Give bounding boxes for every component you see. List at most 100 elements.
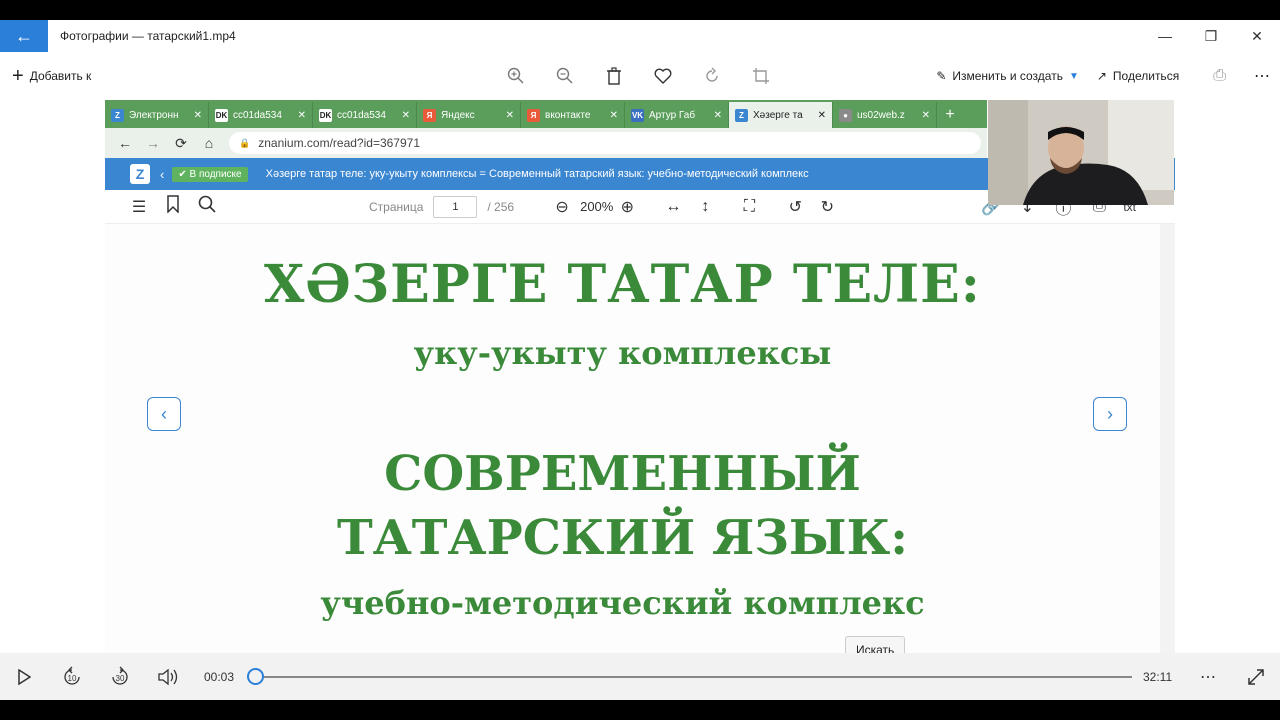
webcam-overlay xyxy=(988,100,1174,205)
tab-close-icon[interactable]: ✕ xyxy=(298,110,306,121)
tab-close-icon[interactable]: ✕ xyxy=(610,110,618,121)
zoom-out-icon[interactable] xyxy=(552,64,577,89)
bookmark-icon[interactable] xyxy=(161,195,185,218)
current-time: 00:03 xyxy=(204,670,235,684)
minimize-button[interactable]: — xyxy=(1142,20,1188,52)
tab-label: Артур Габ xyxy=(649,109,696,121)
tab-favicon-icon: Z xyxy=(735,108,748,122)
browser-tab[interactable]: Z Электронн ✕ xyxy=(105,102,209,128)
favorite-heart-icon[interactable] xyxy=(650,64,675,89)
znanium-logo[interactable]: Z xyxy=(130,164,150,184)
fullscreen-button[interactable] xyxy=(1242,663,1270,691)
next-page-button[interactable]: › xyxy=(1093,397,1127,431)
home-icon[interactable]: ⌂ xyxy=(201,135,217,151)
arrow-left-icon: ← xyxy=(15,25,33,46)
tab-label: вконтакте xyxy=(545,109,591,121)
tab-close-icon[interactable]: ✕ xyxy=(714,110,722,121)
page-total: / 256 xyxy=(487,199,515,214)
tab-close-icon[interactable]: ✕ xyxy=(922,110,930,121)
zoom-in-icon[interactable] xyxy=(503,64,528,89)
more-dots-icon: ⋯ xyxy=(1200,669,1216,686)
tab-favicon-icon: DK xyxy=(319,108,332,122)
window-title: Фотографии — татарский1.mp4 xyxy=(60,29,236,43)
browser-tab[interactable]: VK Артур Габ ✕ xyxy=(625,102,729,128)
menu-icon[interactable]: ☰ xyxy=(127,197,151,217)
browser-tab[interactable]: Z Хәзерге та ✕ xyxy=(729,102,833,128)
page-label: Страница xyxy=(369,199,424,214)
browser-back-icon[interactable]: ← xyxy=(117,135,133,151)
media-controls: 10 30 00:03 32:11 ⋯ xyxy=(0,653,1280,700)
browser-tab[interactable]: Явконтакте ✕ xyxy=(521,102,625,128)
tab-close-icon[interactable]: ✕ xyxy=(506,110,514,121)
browser-tab[interactable]: ● us02web.z ✕ xyxy=(833,102,937,128)
close-icon: ✕ xyxy=(1251,27,1263,44)
page-number-input[interactable]: 1 xyxy=(433,195,478,218)
volume-button[interactable] xyxy=(154,663,182,691)
chevron-left-icon: ‹ xyxy=(161,403,167,424)
url-field[interactable]: 🔒 znanium.com/read?id=367971 xyxy=(229,132,981,154)
browser-tab[interactable]: Я Яндекс ✕ xyxy=(417,102,521,128)
address-bar-row: ← → ⟳ ⌂ 🔒 znanium.com/read?id=367971 xyxy=(105,128,987,158)
reload-icon[interactable]: ⟳ xyxy=(173,135,189,152)
seek-bar-thumb[interactable] xyxy=(246,668,264,685)
more-options-button[interactable]: ⋯ xyxy=(1254,66,1270,86)
app-toolbar: + Добавить к ✎ Изменить и создать ▼ ↗ По… xyxy=(0,52,1280,100)
fit-width-icon[interactable]: ↔ xyxy=(661,198,685,216)
tab-favicon-icon: ● xyxy=(839,108,852,122)
tab-close-icon[interactable]: ✕ xyxy=(818,110,826,121)
page-scrollbar[interactable] xyxy=(1160,224,1175,653)
print-button[interactable]: ⎙ xyxy=(1213,67,1226,85)
lock-icon: 🔒 xyxy=(239,137,251,148)
share-button[interactable]: ↗ Поделиться xyxy=(1097,69,1179,83)
tab-label: Хәзерге та xyxy=(753,109,803,121)
title-line-russian-1: СОВРЕМЕННЫЙ xyxy=(384,446,861,502)
rotate-right-icon[interactable]: ↻ xyxy=(815,197,839,217)
back-button[interactable]: ← xyxy=(0,20,48,52)
tab-label: us02web.z xyxy=(857,109,905,121)
close-button[interactable]: ✕ xyxy=(1234,20,1280,52)
tab-favicon-icon: Z xyxy=(111,108,124,122)
chevron-left-icon[interactable]: ‹ xyxy=(160,167,164,182)
tab-favicon-icon: VK xyxy=(631,108,644,122)
tab-label: cc01da534 xyxy=(233,109,282,121)
book-title: Хәзерге татар теле: уку-укыту комплексы … xyxy=(265,168,809,180)
edit-create-button[interactable]: ✎ Изменить и создать ▼ xyxy=(936,69,1079,83)
zoom-level: 200% xyxy=(580,199,614,214)
restore-button[interactable]: ❐ xyxy=(1188,20,1234,52)
crop-icon[interactable] xyxy=(748,64,773,89)
seek-bar-track[interactable] xyxy=(254,676,1132,678)
prev-page-button[interactable]: ‹ xyxy=(147,397,181,431)
edit-create-label: Изменить и создать xyxy=(952,69,1063,83)
zoom-in-icon[interactable]: ⊕ xyxy=(615,197,639,217)
new-tab-button[interactable]: + xyxy=(937,102,963,128)
fullscreen-icon[interactable]: ⛶ xyxy=(737,198,761,216)
add-to-button[interactable]: + Добавить к xyxy=(12,66,91,86)
minimize-icon: — xyxy=(1158,28,1172,44)
browser-tab[interactable]: DK cc01da534 ✕ xyxy=(313,102,417,128)
play-button[interactable] xyxy=(10,663,38,691)
zoom-out-icon[interactable]: ⊖ xyxy=(550,197,574,217)
subtitle-line-tatar: уку-укыту комплексы xyxy=(413,334,832,372)
video-frame[interactable]: Z Электронн ✕ DK cc01da534 ✕ DK cc01da534 ✕ Я Янде… xyxy=(0,100,1280,653)
rotate-left-icon[interactable]: ↺ xyxy=(783,197,807,217)
tab-label: Электронн xyxy=(129,109,179,121)
edit-pen-icon: ✎ xyxy=(936,69,947,83)
more-options-button[interactable]: ⋯ xyxy=(1194,663,1222,691)
chevron-down-icon: ▼ xyxy=(1068,70,1079,82)
fit-height-icon[interactable]: ↕ xyxy=(693,198,717,216)
title-line-tatar: ХӘЗЕРГЕ ТАТАР ТЕЛЕ: xyxy=(264,254,981,315)
skip-forward-icon: 30 xyxy=(112,666,128,685)
skip-back-button[interactable]: 10 xyxy=(58,663,86,691)
volume-icon xyxy=(158,668,178,686)
tab-close-icon[interactable]: ✕ xyxy=(194,110,202,121)
browser-tab[interactable]: DK cc01da534 ✕ xyxy=(209,102,313,128)
tab-close-icon[interactable]: ✕ xyxy=(402,110,410,121)
skip-forward-button[interactable]: 30 xyxy=(106,663,134,691)
delete-icon[interactable] xyxy=(601,64,626,89)
browser-forward-icon[interactable]: → xyxy=(145,135,161,151)
title-line-russian-2: ТАТАРСКИЙ ЯЗЫК: xyxy=(336,510,908,566)
share-icon: ↗ xyxy=(1096,69,1107,83)
search-icon[interactable] xyxy=(195,195,219,218)
add-to-label: Добавить к xyxy=(29,69,92,83)
rotate-icon[interactable] xyxy=(699,64,724,89)
